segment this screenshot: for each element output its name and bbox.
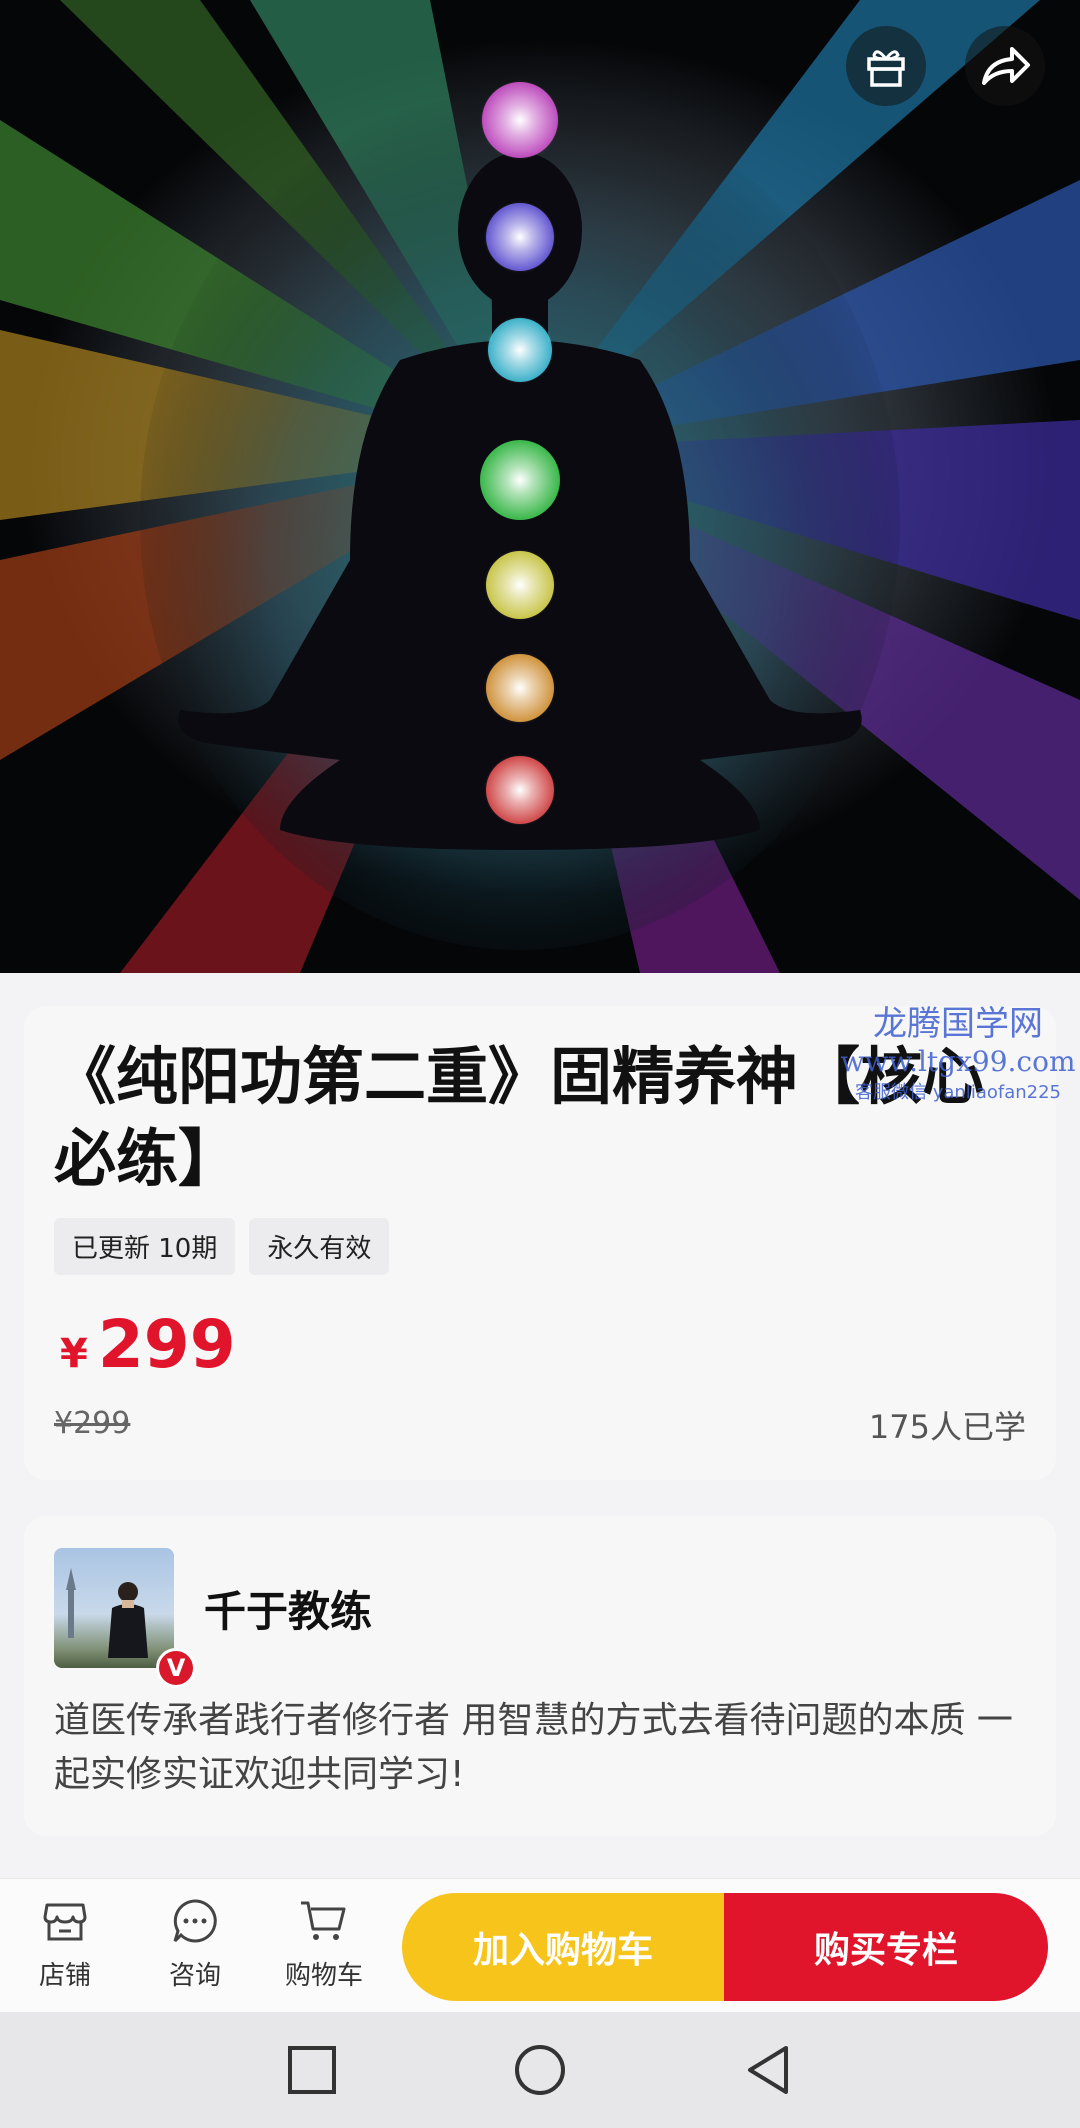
price-value: 299: [97, 1306, 236, 1383]
currency-symbol: ¥: [60, 1331, 88, 1377]
share-button[interactable]: [965, 26, 1045, 106]
add-to-cart-button[interactable]: 加入购物车: [402, 1893, 724, 2001]
course-cover-image: [0, 0, 1080, 973]
consult-button[interactable]: 咨询: [140, 1897, 250, 1992]
cart-icon: [301, 1901, 346, 1940]
share-icon: [982, 47, 1030, 85]
cart-button[interactable]: 购物车: [269, 1897, 379, 1992]
gift-button[interactable]: [846, 26, 926, 106]
recent-apps-button[interactable]: [284, 2042, 340, 2102]
square-icon: [288, 2046, 336, 2094]
store-label: 店铺: [38, 1961, 91, 1991]
chat-icon: [173, 1899, 217, 1943]
instructor-photo: [66, 1568, 148, 1658]
consult-label: 咨询: [168, 1961, 221, 1991]
circle-icon: [515, 2045, 565, 2095]
triangle-back-icon: [748, 2046, 788, 2094]
validity-tag: 永久有效: [249, 1218, 390, 1275]
instructor-card[interactable]: V 千于教练 道医传承者践行者修行者 用智慧的方式去看待问题的本质 一起实修实证…: [24, 1516, 1056, 1836]
verified-badge: V: [156, 1648, 196, 1688]
system-navigation-bar: [0, 2012, 1080, 2128]
original-price: ¥299: [54, 1406, 131, 1441]
cart-label: 购物车: [284, 1961, 363, 1991]
store-button[interactable]: 店铺: [10, 1897, 120, 1992]
buy-column-button[interactable]: 购买专栏: [724, 1893, 1048, 2001]
course-tags: 已更新 10期 永久有效: [54, 1218, 390, 1275]
instructor-name[interactable]: 千于教练: [204, 1578, 372, 1639]
instructor-bio: 道医传承者践行者修行者 用智慧的方式去看待问题的本质 一起实修实证欢迎共同学习!: [54, 1700, 1013, 1795]
home-button[interactable]: [512, 2042, 568, 2102]
meditation-chakra-illustration: [0, 0, 1080, 973]
watermark-site-name: 龙腾国学网: [873, 1004, 1043, 1044]
watermark: 龙腾国学网 www.ltgx99.com 客服微信 yanliaofan225: [838, 996, 1078, 1104]
learner-count: 175人已学: [868, 1408, 1026, 1446]
instructor-avatar[interactable]: [54, 1548, 174, 1668]
bottom-action-bar: 店铺 咨询 购物车 加入购物车 购买专栏: [0, 1878, 1080, 2012]
watermark-contact: 客服微信 yanliaofan225: [855, 1082, 1061, 1103]
current-price: ¥ 299: [60, 1306, 236, 1383]
store-icon: [43, 1903, 87, 1941]
update-count-tag: 已更新 10期: [54, 1218, 236, 1275]
watermark-url: www.ltgx99.com: [840, 1045, 1076, 1078]
back-button[interactable]: [740, 2042, 796, 2102]
gift-icon: [867, 50, 905, 87]
